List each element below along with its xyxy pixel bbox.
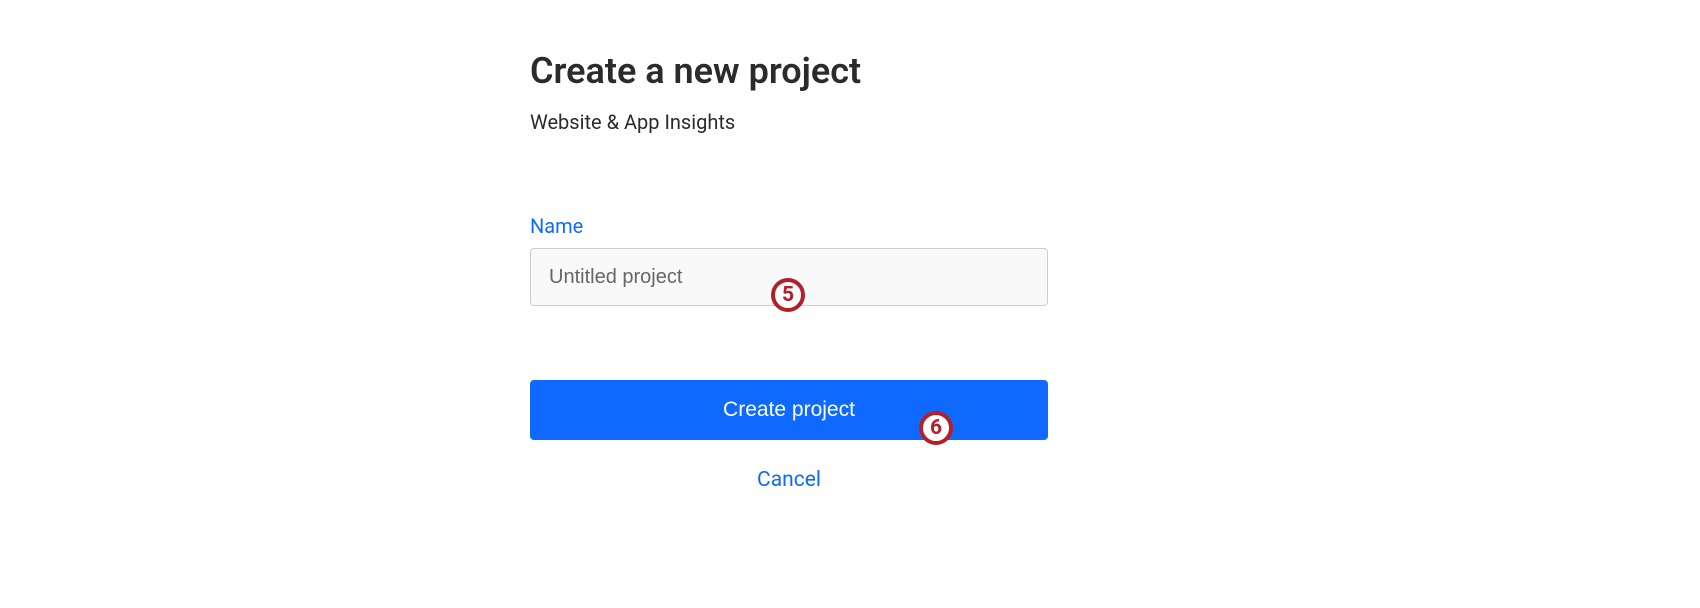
name-field-label: Name — [530, 214, 1050, 238]
annotation-badge-6: 6 — [919, 411, 953, 445]
page-subtitle: Website & App Insights — [530, 110, 1050, 134]
annotation-badge-5: 5 — [771, 278, 805, 312]
page-title: Create a new project — [530, 50, 1050, 92]
cancel-link[interactable]: Cancel — [530, 468, 1048, 492]
create-project-button[interactable]: Create project — [530, 380, 1048, 440]
